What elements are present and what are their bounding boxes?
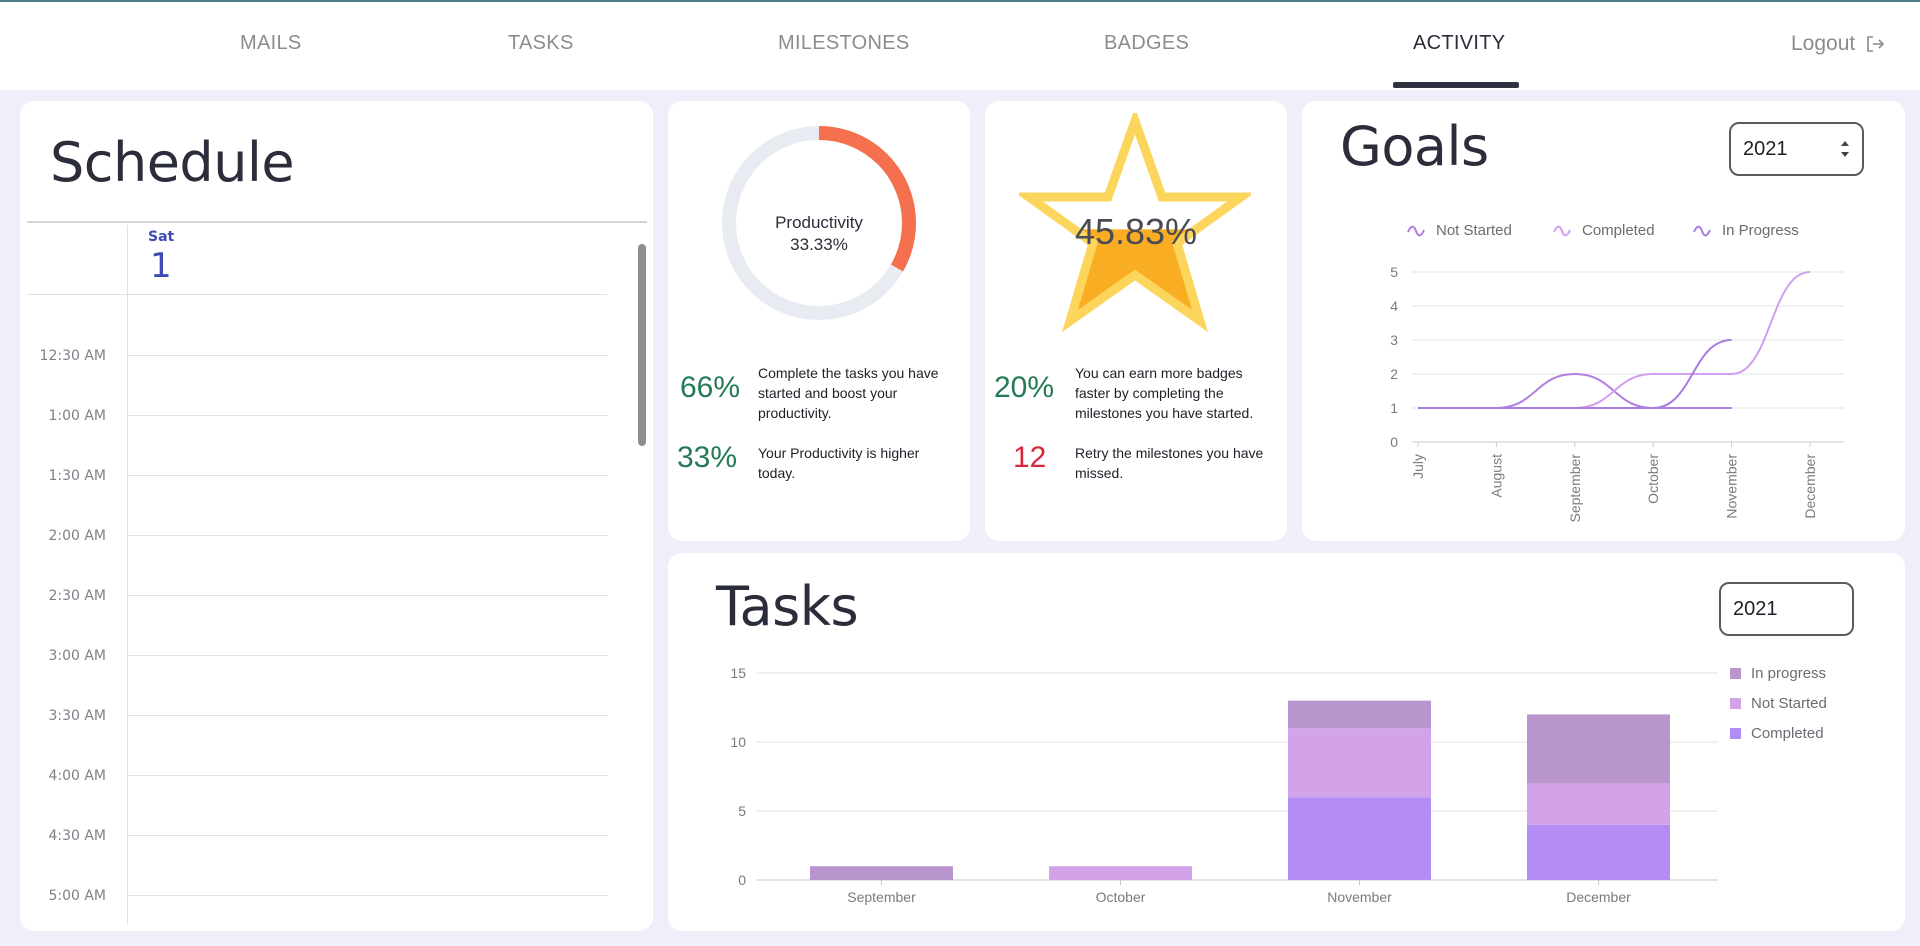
time-slot-label: 5:00 AM: [48, 888, 106, 904]
y-tick-label: 15: [730, 665, 746, 681]
logout-button[interactable]: Logout: [1791, 32, 1885, 56]
bar-segment: [1527, 714, 1670, 784]
stat-value: 12: [1013, 441, 1047, 474]
x-tick-label: September: [1567, 454, 1583, 523]
time-slot-label: 2:30 AM: [48, 588, 106, 604]
y-tick-label: 4: [1390, 298, 1398, 314]
time-slot-line[interactable]: [128, 895, 608, 896]
series-line: [1417, 372, 1732, 410]
top-nav: MAILS TASKS MILESTONES BADGES ACTIVITY L…: [0, 0, 1920, 90]
stat-text: Your Productivity is higher today.: [758, 445, 920, 481]
stat-text: Retry the milestones you have missed.: [1075, 445, 1264, 481]
nav-milestones[interactable]: MILESTONES: [778, 32, 910, 55]
x-tick-label: July: [1410, 454, 1426, 479]
ring-value: 33.33%: [790, 235, 848, 254]
divider: [27, 294, 607, 295]
time-slot-line[interactable]: [128, 835, 608, 836]
time-slot-line[interactable]: [128, 355, 608, 356]
time-slot-label: 1:30 AM: [48, 468, 106, 484]
y-tick-label: 3: [1390, 332, 1398, 348]
badges-card: 45.83% 20% You can earn more badges fast…: [985, 101, 1287, 541]
time-slot-line[interactable]: [128, 415, 608, 416]
bar-segment: [1049, 866, 1192, 880]
day-date[interactable]: 1: [150, 246, 172, 286]
stat-value: 20%: [994, 371, 1055, 404]
logout-icon: [1867, 36, 1885, 52]
nav-activity[interactable]: ACTIVITY: [1413, 32, 1505, 55]
bar-segment: [1527, 824, 1670, 880]
nav-badges[interactable]: BADGES: [1104, 32, 1189, 55]
time-slot-label: 3:00 AM: [48, 648, 106, 664]
nav-tasks[interactable]: TASKS: [508, 32, 574, 55]
y-tick-label: 5: [1390, 264, 1398, 280]
time-slot-line[interactable]: [128, 655, 608, 656]
x-tick-label: December: [1566, 889, 1631, 905]
stat-text: You can earn more badges faster by compl…: [1075, 365, 1254, 421]
bar-segment: [810, 866, 953, 880]
day-name: Sat: [148, 229, 175, 245]
x-tick-label: November: [1724, 454, 1740, 519]
time-slot-label: 4:00 AM: [48, 768, 106, 784]
schedule-title: Schedule: [50, 131, 295, 194]
x-tick-label: November: [1327, 889, 1392, 905]
nav-mails[interactable]: MAILS: [240, 32, 302, 55]
stat-text: Complete the tasks you have started and …: [758, 365, 939, 421]
time-slot-line[interactable]: [128, 715, 608, 716]
tasks-card: Tasks 2021 In progress Not Started Complet…: [668, 553, 1905, 931]
time-slot-label: 1:00 AM: [48, 408, 106, 424]
y-tick-label: 0: [738, 872, 746, 888]
stat-value: 66%: [680, 371, 741, 404]
y-tick-label: 10: [730, 734, 746, 750]
logout-label: Logout: [1791, 32, 1856, 55]
time-slot-line[interactable]: [128, 475, 608, 476]
time-slot-line[interactable]: [128, 595, 608, 596]
productivity-card: Productivity 33.33% 66% Complete the tas…: [668, 101, 970, 541]
y-tick-label: 5: [738, 803, 746, 819]
active-tab-indicator: [1393, 82, 1519, 88]
schedule-card: Schedule Sat 1 12:30 AM 1:00 AM 1:30 AM 2:0…: [20, 101, 653, 931]
time-slot-line[interactable]: [128, 535, 608, 536]
y-tick-label: 1: [1390, 400, 1398, 416]
y-tick-label: 2: [1390, 366, 1398, 382]
time-slot-label: 3:30 AM: [48, 708, 106, 724]
divider: [127, 225, 128, 925]
ring-label: Productivity: [775, 213, 863, 232]
time-slot-label: 2:00 AM: [48, 528, 106, 544]
x-tick-label: August: [1488, 454, 1504, 498]
divider: [27, 221, 647, 223]
scrollbar[interactable]: [638, 244, 646, 446]
tasks-chart: 0 5 10 15 September October November December: [730, 665, 1718, 905]
x-tick-label: October: [1096, 889, 1146, 905]
goals-card: Goals 2021 Not Started Completed In Progre…: [1302, 101, 1905, 541]
bar-segment: [1288, 700, 1431, 729]
y-tick-label: 0: [1390, 434, 1398, 450]
time-slot-label: 12:30 AM: [39, 348, 106, 364]
x-tick-label: September: [847, 889, 916, 905]
bar-segment: [1527, 783, 1670, 825]
star-value: 45.83%: [1074, 211, 1198, 252]
goals-chart: 0 1 2 3 4 5 July August September October November…: [1390, 264, 1844, 523]
x-tick-label: December: [1802, 454, 1818, 519]
bar-segment: [1288, 728, 1431, 798]
stat-value: 33%: [677, 441, 738, 474]
bar-segment: [1288, 797, 1431, 880]
time-slot-line[interactable]: [128, 775, 608, 776]
x-tick-label: October: [1645, 454, 1661, 504]
time-slot-label: 4:30 AM: [48, 828, 106, 844]
